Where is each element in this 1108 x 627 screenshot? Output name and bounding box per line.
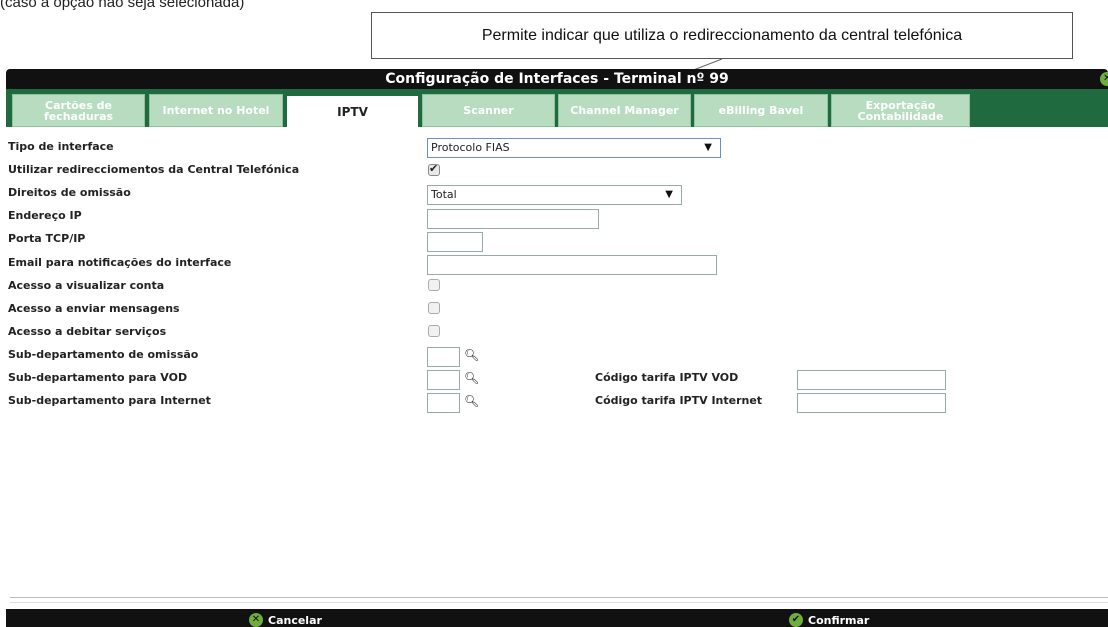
internet-rate-code-input[interactable] bbox=[797, 393, 946, 413]
tab-scanner[interactable]: Scanner bbox=[422, 94, 555, 127]
tcp-port-input[interactable] bbox=[427, 232, 483, 252]
default-rights-select[interactable]: Total ▼ bbox=[427, 185, 682, 205]
tcp-port-label: Porta TCP/IP bbox=[8, 232, 86, 245]
callout-annotation: Permite indicar que utiliza o redireccio… bbox=[371, 12, 1073, 59]
vod-subdept-label: Sub-departamento para VOD bbox=[8, 371, 188, 384]
vod-subdept-input[interactable] bbox=[427, 370, 460, 390]
tab-accounting-export[interactable]: Exportação Contabilidade bbox=[831, 94, 970, 127]
dropdown-arrow-icon: ▼ bbox=[704, 142, 712, 153]
default-rights-label: Direitos de omissão bbox=[8, 186, 131, 199]
interfaces-config-window: Configuração de Interfaces - Terminal nº… bbox=[6, 69, 1108, 627]
footer-divider bbox=[10, 597, 1108, 603]
send-messages-checkbox[interactable] bbox=[428, 302, 440, 314]
search-icon[interactable]: 🔍︎ bbox=[464, 394, 479, 408]
window-footer: ✕ Cancelar ✔ Confirmar bbox=[6, 609, 1108, 627]
vod-rate-code-label: Código tarifa IPTV VOD bbox=[595, 371, 739, 384]
search-icon[interactable]: 🔍︎ bbox=[464, 371, 479, 385]
view-account-checkbox[interactable] bbox=[428, 279, 440, 291]
close-icon[interactable]: ✕ bbox=[1100, 72, 1108, 86]
internet-subdept-input[interactable] bbox=[427, 393, 460, 413]
tab-ebilling-bavel[interactable]: eBilling Bavel bbox=[694, 94, 828, 127]
ip-address-label: Endereço IP bbox=[8, 209, 82, 222]
tab-hotel-internet[interactable]: Internet no Hotel bbox=[149, 94, 283, 127]
dropdown-arrow-icon: ▼ bbox=[665, 189, 673, 200]
window-titlebar: Configuração de Interfaces - Terminal nº… bbox=[6, 69, 1108, 89]
debit-services-checkbox[interactable] bbox=[428, 325, 440, 337]
interface-type-value: Protocolo FIAS bbox=[431, 141, 510, 154]
confirm-button[interactable]: ✔ Confirmar bbox=[789, 609, 869, 627]
callout-text: Permite indicar que utiliza o redireccio… bbox=[481, 26, 963, 44]
iptv-form: Tipo de interface Protocolo FIAS ▼ Utili… bbox=[6, 127, 1108, 597]
internet-rate-code-label: Código tarifa IPTV Internet bbox=[595, 394, 763, 407]
window-title: Configuração de Interfaces - Terminal nº… bbox=[385, 71, 729, 87]
notification-email-input[interactable] bbox=[427, 255, 717, 275]
view-account-label: Acesso a visualizar conta bbox=[8, 279, 165, 292]
send-messages-label: Acesso a enviar mensagens bbox=[8, 302, 180, 315]
default-rights-value: Total bbox=[431, 188, 457, 201]
tab-bar: Cartões de fechaduras Internet no Hotel … bbox=[6, 89, 1108, 129]
vod-rate-code-input[interactable] bbox=[797, 370, 946, 390]
tab-iptv[interactable]: IPTV bbox=[286, 95, 419, 129]
use-redirects-label: Utilizar redirecciomentos da Central Tel… bbox=[8, 163, 300, 176]
x-circle-icon: ✕ bbox=[249, 613, 263, 627]
tab-channel-manager[interactable]: Channel Manager bbox=[558, 94, 691, 127]
default-subdept-label: Sub-departamento de omissão bbox=[8, 348, 199, 361]
ip-address-input[interactable] bbox=[427, 209, 599, 229]
interface-type-label: Tipo de interface bbox=[8, 140, 114, 153]
cancel-button[interactable]: ✕ Cancelar bbox=[249, 609, 322, 627]
cancel-label: Cancelar bbox=[268, 614, 322, 627]
notification-email-label: Email para notificações do interface bbox=[8, 256, 232, 269]
debit-services-label: Acesso a debitar serviços bbox=[8, 325, 167, 338]
confirm-label: Confirmar bbox=[808, 614, 870, 627]
tab-door-locks[interactable]: Cartões de fechaduras bbox=[12, 94, 145, 127]
use-redirects-checkbox[interactable] bbox=[428, 162, 440, 176]
check-circle-icon: ✔ bbox=[789, 613, 803, 627]
search-icon[interactable]: 🔍︎ bbox=[464, 348, 479, 362]
internet-subdept-label: Sub-departamento para Internet bbox=[8, 394, 211, 407]
interface-type-select[interactable]: Protocolo FIAS ▼ bbox=[427, 138, 721, 158]
default-subdept-input[interactable] bbox=[427, 347, 460, 367]
